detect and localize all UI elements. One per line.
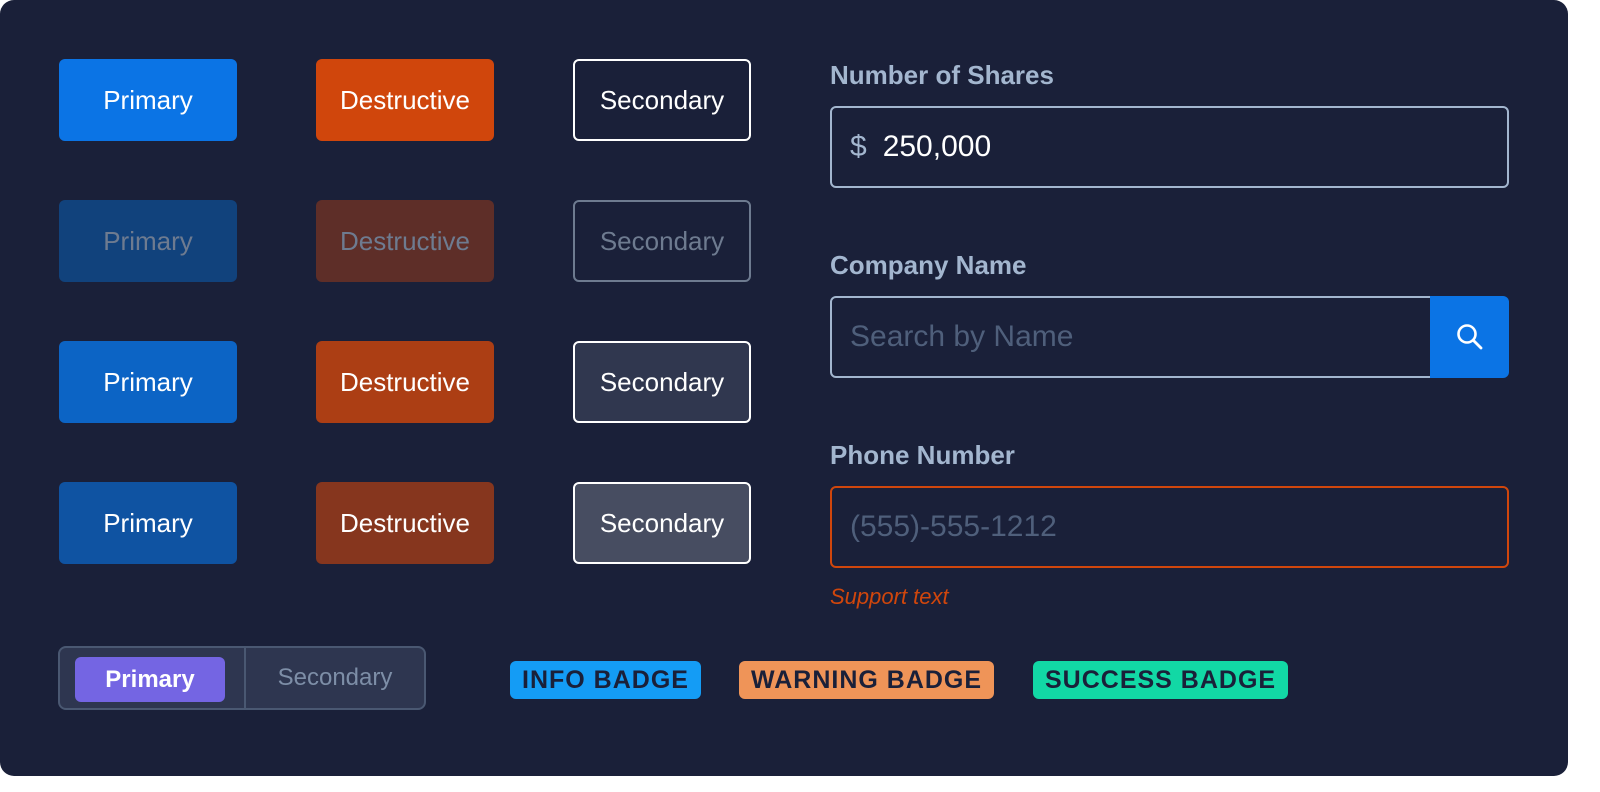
search-icon xyxy=(1456,324,1482,350)
primary-button-hover[interactable]: Primary xyxy=(59,341,237,423)
company-label: Company Name xyxy=(830,250,1027,280)
destructive-button-disabled: Destructive xyxy=(316,200,494,282)
company-placeholder: Search by Name xyxy=(850,320,1074,353)
secondary-button-pressed[interactable]: Secondary xyxy=(573,482,751,564)
shares-input[interactable]: $ 250,000 xyxy=(830,106,1509,188)
segmented-control: Primary Secondary xyxy=(58,646,426,710)
phone-input[interactable]: (555)-555-1212 xyxy=(830,486,1509,568)
destructive-button-hover[interactable]: Destructive xyxy=(316,341,494,423)
primary-button-disabled: Primary xyxy=(59,200,237,282)
success-badge: SUCCESS BADGE xyxy=(1033,661,1289,699)
phone-placeholder: (555)-555-1212 xyxy=(850,510,1057,543)
destructive-button-pressed[interactable]: Destructive xyxy=(316,482,494,564)
company-search-input[interactable]: Search by Name xyxy=(830,296,1432,378)
shares-label: Number of Shares xyxy=(830,60,1054,90)
phone-label: Phone Number xyxy=(830,440,1015,470)
phone-support-text: Support text xyxy=(830,584,949,609)
component-showcase-card: Primary Destructive Secondary Primary De… xyxy=(0,0,1568,776)
destructive-button-default[interactable]: Destructive xyxy=(316,59,494,141)
search-button[interactable] xyxy=(1430,296,1509,378)
warning-badge: WARNING BADGE xyxy=(739,661,995,699)
primary-button-pressed[interactable]: Primary xyxy=(59,482,237,564)
segment-primary[interactable]: Primary xyxy=(75,657,225,702)
secondary-button-disabled: Secondary xyxy=(573,200,751,282)
currency-prefix: $ xyxy=(850,130,867,163)
info-badge: INFO BADGE xyxy=(510,661,701,699)
secondary-button-default[interactable]: Secondary xyxy=(573,59,751,141)
segment-secondary[interactable]: Secondary xyxy=(246,648,424,708)
secondary-button-hover[interactable]: Secondary xyxy=(573,341,751,423)
shares-value: 250,000 xyxy=(882,130,992,163)
primary-button-default[interactable]: Primary xyxy=(59,59,237,141)
